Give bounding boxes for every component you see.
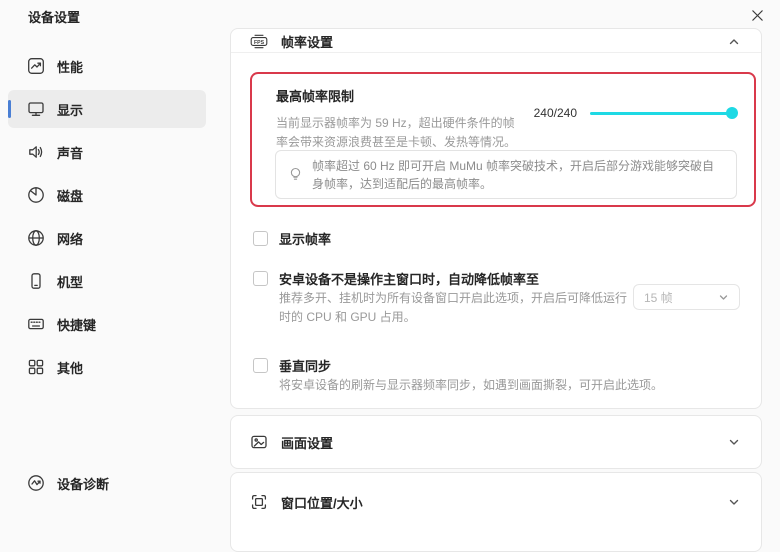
disk-icon	[27, 186, 45, 204]
sidebar-item-display[interactable]: 显示	[8, 90, 206, 128]
window-size-section-header[interactable]: 窗口位置/大小	[231, 490, 761, 514]
option-description: 推荐多开、挂机时为所有设备窗口开启此选项，开启后可降低运行时的 CPU 和 GP…	[279, 289, 627, 327]
close-icon	[750, 8, 765, 23]
sidebar-item-network[interactable]: 网络	[8, 219, 206, 257]
option-vsync: 垂直同步	[253, 356, 331, 375]
close-button[interactable]	[744, 3, 770, 27]
framerate-tip-box: 帧率超过 60 Hz 即可开启 MuMu 帧率突破技术，开启后部分游戏能够突破自…	[275, 150, 737, 199]
framerate-settings-card: FPS 帧率设置 最高帧率限制 当前显示器帧率为 59 Hz，超出硬件条件的帧率…	[230, 28, 762, 409]
picture-section-header[interactable]: 画面设置	[231, 416, 761, 468]
max-framerate-highlight-box: 最高帧率限制 当前显示器帧率为 59 Hz，超出硬件条件的帧率会带来资源浪费甚至…	[250, 72, 756, 207]
dropdown-value: 15 帧	[644, 289, 673, 306]
section-title: 帧率设置	[281, 32, 333, 51]
framerate-slider[interactable]	[590, 106, 738, 120]
show-framerate-checkbox[interactable]	[253, 231, 268, 246]
display-icon	[27, 100, 45, 118]
option-auto-lower-framerate: 安卓设备不是操作主窗口时，自动降低帧率至	[253, 269, 539, 288]
sidebar-item-device-model[interactable]: 机型	[8, 262, 206, 300]
sidebar-item-other[interactable]: 其他	[8, 348, 206, 386]
window-title: 设备设置	[28, 7, 80, 26]
sidebar-item-disk[interactable]: 磁盘	[8, 176, 206, 214]
sidebar: 性能 显示 声音 磁盘	[8, 47, 206, 391]
chevron-down-icon[interactable]	[726, 434, 742, 450]
option-description: 将安卓设备的刷新与显示器频率同步，如遇到画面撕裂，可开启此选项。	[279, 376, 719, 395]
option-show-framerate: 显示帧率	[253, 229, 331, 248]
grid-icon	[27, 358, 45, 376]
auto-lower-framerate-checkbox[interactable]	[253, 271, 268, 286]
sidebar-item-label: 网络	[57, 229, 83, 248]
sidebar-item-label: 设备诊断	[57, 474, 109, 493]
chevron-up-icon[interactable]	[726, 34, 742, 50]
option-label: 安卓设备不是操作主窗口时，自动降低帧率至	[279, 269, 539, 288]
sidebar-item-label: 机型	[57, 272, 83, 291]
phone-icon	[27, 272, 45, 290]
slider-thumb[interactable]	[726, 107, 738, 119]
sidebar-item-performance[interactable]: 性能	[8, 47, 206, 85]
picture-settings-card: 画面设置	[230, 415, 762, 469]
sidebar-item-sound[interactable]: 声音	[8, 133, 206, 171]
sidebar-item-label: 磁盘	[57, 186, 83, 205]
svg-text:FPS: FPS	[254, 40, 265, 46]
sidebar-item-label: 快捷键	[57, 315, 96, 334]
framerate-slider-value: 240/240	[534, 106, 577, 120]
option-label: 垂直同步	[279, 356, 331, 375]
sidebar-item-shortcuts[interactable]: 快捷键	[8, 305, 206, 343]
max-framerate-text-block: 最高帧率限制 当前显示器帧率为 59 Hz，超出硬件条件的帧率会带来资源浪费甚至…	[276, 86, 518, 152]
picture-icon	[250, 433, 268, 451]
sidebar-item-label: 声音	[57, 143, 83, 162]
keyboard-icon	[27, 315, 45, 333]
sidebar-item-label: 性能	[57, 57, 83, 76]
max-framerate-title: 最高帧率限制	[276, 86, 518, 105]
framerate-section-header[interactable]: FPS 帧率设置	[231, 29, 761, 53]
framerate-dropdown[interactable]: 15 帧	[633, 284, 740, 310]
vsync-checkbox[interactable]	[253, 358, 268, 373]
chevron-down-icon	[718, 292, 729, 303]
network-icon	[27, 229, 45, 247]
window-size-icon	[250, 493, 268, 511]
sidebar-item-label: 其他	[57, 358, 83, 377]
fps-icon: FPS	[250, 34, 268, 49]
max-framerate-description: 当前显示器帧率为 59 Hz，超出硬件条件的帧率会带来资源浪费甚至是卡顿、发热等…	[276, 114, 518, 152]
chevron-down-icon[interactable]	[726, 494, 742, 510]
lightbulb-icon	[288, 167, 303, 182]
diagnosis-icon	[27, 474, 45, 492]
framerate-tip-text: 帧率超过 60 Hz 即可开启 MuMu 帧率突破技术，开启后部分游戏能够突破自…	[312, 157, 724, 193]
section-title: 窗口位置/大小	[281, 493, 363, 512]
window-position-size-card: 窗口位置/大小	[230, 472, 762, 552]
performance-icon	[27, 57, 45, 75]
sidebar-item-device-diagnosis[interactable]: 设备诊断	[8, 464, 206, 502]
sound-icon	[27, 143, 45, 161]
sidebar-item-label: 显示	[57, 100, 83, 119]
slider-track[interactable]	[590, 112, 728, 115]
device-settings-window: { "window": { "title": "设备设置" }, "sideba…	[0, 0, 780, 523]
option-label: 显示帧率	[279, 229, 331, 248]
section-title: 画面设置	[281, 433, 333, 452]
